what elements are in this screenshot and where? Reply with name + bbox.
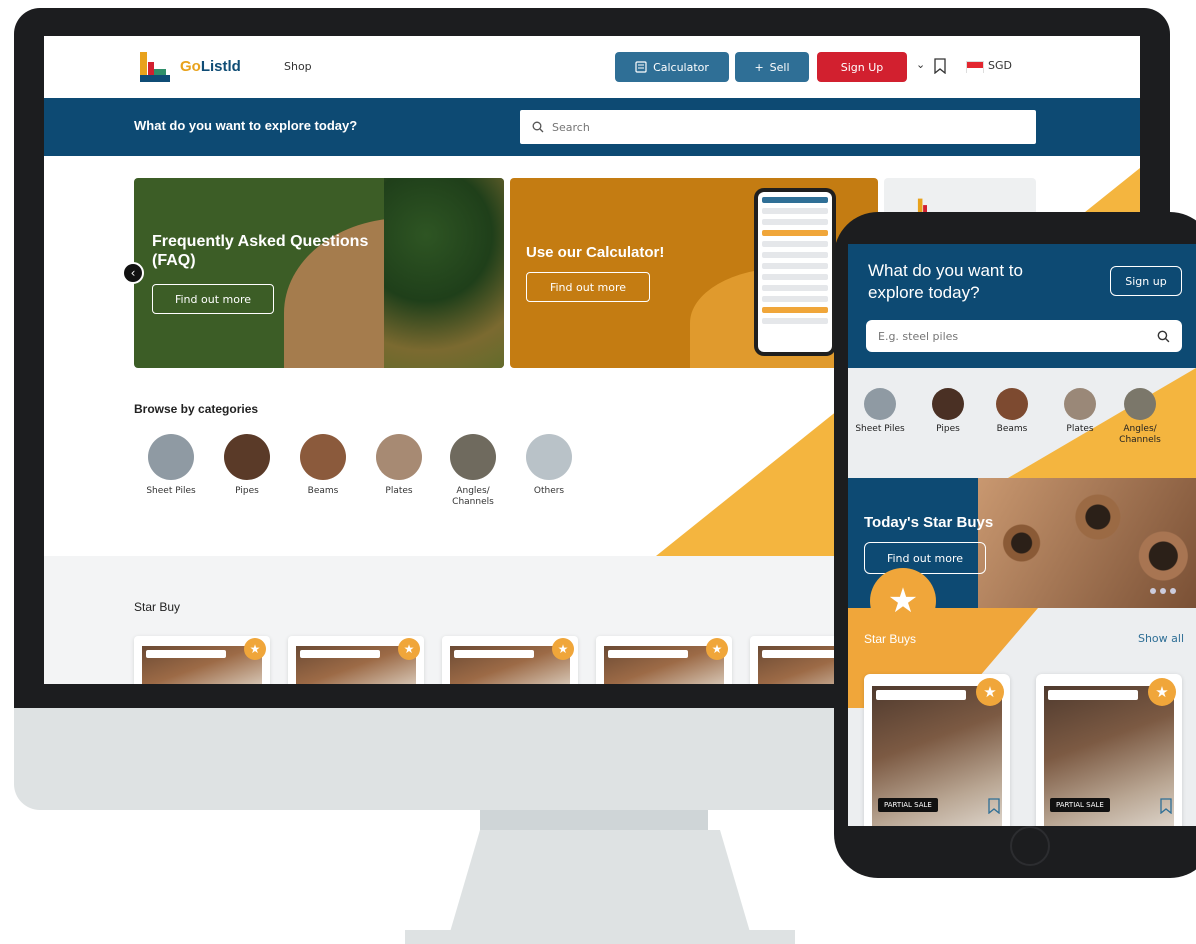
category-thumbnail: [300, 434, 346, 480]
logo-wordmark[interactable]: GoListld: [180, 58, 241, 75]
mobile-category-angles-channels[interactable]: Angles/ Channels: [1112, 388, 1168, 446]
product-tag: [762, 650, 842, 658]
category-thumbnail: [1064, 388, 1096, 420]
star-icon: ★: [552, 638, 574, 660]
star-icon: ★: [1148, 678, 1176, 706]
product-tag: [1048, 690, 1138, 700]
mobile-hero-title: Today's Star Buys: [864, 514, 994, 531]
categories-heading: Browse by categories: [134, 402, 259, 416]
currency-selector[interactable]: SGD: [988, 59, 1012, 72]
monitor-stand-base: [405, 930, 795, 944]
monitor-stand: [450, 830, 750, 932]
mobile-signup-button[interactable]: Sign up: [1110, 266, 1182, 296]
category-plates[interactable]: Plates: [364, 434, 434, 497]
search-band: What do you want to explore today?: [44, 98, 1140, 156]
mobile-product-card[interactable]: ★ PARTIAL SALE: [864, 674, 1010, 826]
category-sheet-piles[interactable]: Sheet Piles: [136, 434, 206, 497]
faq-banner-title: Frequently Asked Questions (FAQ): [152, 233, 369, 270]
category-thumbnail: [148, 434, 194, 480]
search-input[interactable]: [552, 120, 972, 134]
star-icon: ★: [398, 638, 420, 660]
mobile-hero-find-out-more-button[interactable]: Find out more: [864, 542, 986, 574]
category-thumbnail: [1124, 388, 1156, 420]
category-angles-channels[interactable]: Angles/ Channels: [438, 434, 508, 508]
calculator-banner-title: Use our Calculator!: [526, 244, 665, 261]
bookmark-icon[interactable]: [1160, 798, 1172, 814]
category-thumbnail: [376, 434, 422, 480]
carousel-dots[interactable]: [1150, 588, 1176, 594]
bookmark-icon[interactable]: [934, 58, 946, 74]
signup-button[interactable]: Sign Up: [817, 52, 907, 82]
nav-shop-link[interactable]: Shop: [284, 60, 312, 73]
product-tag: [146, 650, 226, 658]
category-thumbnail: [932, 388, 964, 420]
phone-home-button: [1010, 826, 1050, 866]
mobile-category-sheet-piles[interactable]: Sheet Piles: [852, 388, 908, 435]
carousel-prev-button[interactable]: ‹: [122, 262, 144, 284]
explore-heading: What do you want to explore today?: [134, 118, 358, 133]
faq-banner[interactable]: Frequently Asked Questions (FAQ) Find ou…: [134, 178, 504, 368]
mobile-category-pipes[interactable]: Pipes: [920, 388, 976, 435]
product-tag: [454, 650, 534, 658]
category-thumbnail: [224, 434, 270, 480]
sell-label: Sell: [769, 60, 790, 74]
category-thumbnail: [864, 388, 896, 420]
star-icon: ★: [870, 568, 936, 634]
search-box[interactable]: [520, 110, 1036, 144]
product-tag: [300, 650, 380, 658]
calculator-button[interactable]: Calculator: [615, 52, 729, 82]
mobile-star-buys-heading: Star Buys: [864, 632, 917, 646]
monitor-stand-neck: [480, 810, 708, 832]
category-others[interactable]: Others: [514, 434, 584, 497]
mobile-product-card[interactable]: ★ PARTIAL SALE: [1036, 674, 1182, 826]
mobile-category-plates[interactable]: Plates: [1052, 388, 1108, 435]
star-buy-heading: Star Buy: [134, 600, 181, 614]
category-thumbnail: [996, 388, 1028, 420]
partial-sale-badge: PARTIAL SALE: [878, 798, 938, 812]
category-thumbnail: [450, 434, 496, 480]
product-card[interactable]: ★: [134, 636, 270, 684]
sell-button[interactable]: + Sell: [735, 52, 809, 82]
star-icon: ★: [976, 678, 1004, 706]
plus-icon: +: [754, 60, 764, 74]
category-pipes[interactable]: Pipes: [212, 434, 282, 497]
mobile-screen: What do you want to explore today? Sign …: [848, 244, 1196, 826]
mobile-explore-heading: What do you want to explore today?: [868, 261, 1023, 303]
star-icon: ★: [706, 638, 728, 660]
product-tag: [608, 650, 688, 658]
mobile-category-beams[interactable]: Beams: [984, 388, 1040, 435]
category-beams[interactable]: Beams: [288, 434, 358, 497]
singapore-flag-icon[interactable]: [966, 61, 984, 73]
calculator-icon: [635, 61, 647, 73]
bookmark-icon[interactable]: [988, 798, 1000, 814]
marketing-mockup: GoListld Shop Calculator + Sell Sign Up …: [0, 0, 1196, 944]
mobile-show-all-link[interactable]: Show all: [1138, 632, 1184, 645]
chevron-down-icon[interactable]: ⌄: [916, 58, 925, 71]
search-icon[interactable]: [1157, 330, 1170, 343]
product-tag: [876, 690, 966, 700]
golistld-logo-icon[interactable]: [134, 48, 174, 88]
partial-sale-badge: PARTIAL SALE: [1050, 798, 1110, 812]
faq-find-out-more-button[interactable]: Find out more: [152, 284, 274, 314]
phone-preview-image: [754, 188, 836, 356]
search-icon: [532, 121, 544, 133]
product-card[interactable]: ★: [596, 636, 732, 684]
product-card[interactable]: ★: [288, 636, 424, 684]
calculator-label: Calculator: [653, 60, 709, 74]
mobile-search-input[interactable]: [878, 329, 1118, 343]
category-thumbnail: [526, 434, 572, 480]
product-card[interactable]: ★: [442, 636, 578, 684]
desktop-header: GoListld Shop Calculator + Sell Sign Up …: [44, 36, 1140, 98]
faq-banner-trees-art: [384, 178, 504, 368]
star-icon: ★: [244, 638, 266, 660]
calculator-find-out-more-button[interactable]: Find out more: [526, 272, 650, 302]
mobile-search-box[interactable]: [866, 320, 1182, 352]
calculator-banner[interactable]: Use our Calculator! Find out more: [510, 178, 878, 368]
